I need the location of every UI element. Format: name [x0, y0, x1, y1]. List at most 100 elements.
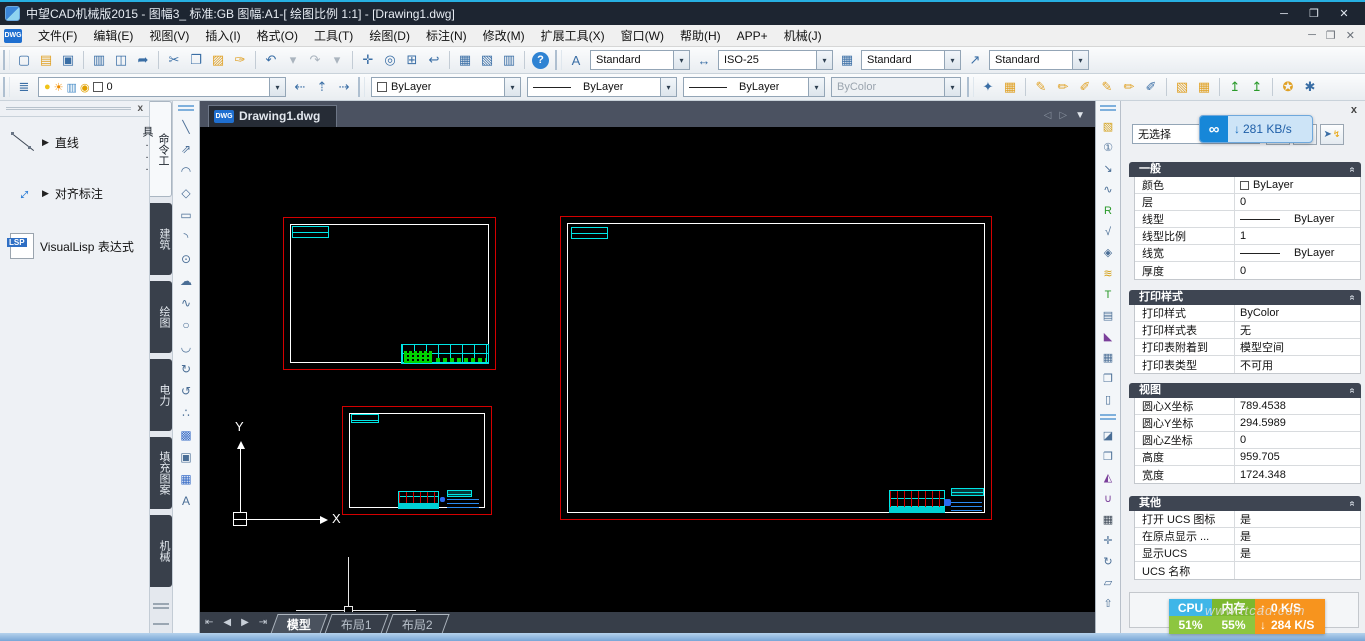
- ellipse-icon[interactable]: ○: [176, 315, 196, 335]
- mdi-minimize-button[interactable]: ─: [1308, 29, 1316, 42]
- mleader-style-combo[interactable]: Standard ▾: [989, 50, 1089, 70]
- tab-model[interactable]: 模型: [271, 614, 328, 634]
- toolbar-grip[interactable]: [967, 77, 974, 97]
- lamp-icon[interactable]: ✪: [1278, 77, 1298, 97]
- offset-icon[interactable]: ∪: [1099, 489, 1118, 508]
- menu-express-tools[interactable]: 扩展工具(X): [533, 25, 613, 46]
- menu-app-plus[interactable]: APP+: [729, 27, 776, 45]
- rotate-icon[interactable]: ↻: [1099, 552, 1118, 571]
- maximize-button[interactable]: ❐: [1301, 5, 1327, 23]
- prop-row-center-y[interactable]: 圆心Y坐标 294.5989: [1135, 415, 1360, 432]
- prop-row-layer[interactable]: 层 0: [1135, 194, 1360, 211]
- copy-icon[interactable]: ❐: [186, 50, 206, 70]
- expand-arrow-icon[interactable]: ▶: [42, 188, 49, 199]
- chevron-down-icon[interactable]: ▾: [504, 78, 520, 96]
- save-icon[interactable]: ▣: [58, 50, 78, 70]
- collapse-chevron-icon[interactable]: «: [1345, 501, 1360, 507]
- prop-row-center-x[interactable]: 圆心X坐标 789.4538: [1135, 398, 1360, 415]
- section-header[interactable]: 其他 «: [1129, 496, 1361, 511]
- roughness-icon[interactable]: √: [1099, 222, 1118, 241]
- menu-dimension[interactable]: 标注(N): [418, 25, 475, 46]
- chevron-down-icon[interactable]: ▾: [1072, 51, 1088, 69]
- revolve-icon[interactable]: ◣: [1099, 327, 1118, 346]
- edit-polyline-icon[interactable]: ✎: [1097, 77, 1117, 97]
- tab-draw[interactable]: 绘图: [150, 281, 172, 353]
- menu-edit[interactable]: 编辑(E): [85, 25, 141, 46]
- chevron-down-icon[interactable]: ▾: [944, 51, 960, 69]
- design-center-icon[interactable]: ▧: [477, 50, 497, 70]
- print-icon[interactable]: ▥: [89, 50, 109, 70]
- menu-insert[interactable]: 插入(I): [197, 25, 248, 46]
- prop-row-ucs-at-origin[interactable]: 在原点显示 ... 是: [1135, 528, 1360, 545]
- prop-row-linetype-scale[interactable]: 线型比例 1: [1135, 228, 1360, 245]
- mtext-icon[interactable]: A: [176, 491, 196, 511]
- tab-layout1[interactable]: 布局1: [325, 614, 389, 634]
- copy-object-icon[interactable]: ❐: [1099, 369, 1118, 388]
- zoom-realtime-icon[interactable]: ◎: [380, 50, 400, 70]
- rectangle-icon[interactable]: ▭: [176, 205, 196, 225]
- mdi-close-button[interactable]: ✕: [1346, 29, 1355, 42]
- settings-wrench-icon[interactable]: ✱: [1300, 77, 1320, 97]
- palette-close-icon[interactable]: x: [137, 103, 149, 114]
- redo-dropdown-icon[interactable]: ▾: [327, 50, 347, 70]
- prop-row-ucs-name[interactable]: UCS 名称: [1135, 562, 1360, 579]
- balloon-icon[interactable]: ①: [1099, 138, 1118, 157]
- layer-states-icon[interactable]: ⇡: [312, 77, 332, 97]
- symbol-mark-icon[interactable]: ▧: [1099, 117, 1118, 136]
- palette-grip[interactable]: [6, 107, 131, 110]
- block-library-icon[interactable]: ▤: [1099, 306, 1118, 325]
- minimize-button[interactable]: ─: [1271, 5, 1297, 23]
- layer-combo[interactable]: ● ☀ ▥ ◉ 0 ▾: [38, 77, 286, 97]
- title-table-icon[interactable]: ▦: [1099, 348, 1118, 367]
- last-tab-icon[interactable]: ⇥: [259, 617, 267, 628]
- text-style-icon[interactable]: A: [566, 50, 586, 70]
- edit-dim-icon[interactable]: ✏: [1053, 77, 1073, 97]
- copy-icon[interactable]: ❐: [1099, 447, 1118, 466]
- mdi-restore-button[interactable]: ❐: [1326, 29, 1336, 42]
- prop-row-linetype[interactable]: 线型 ByLayer: [1135, 211, 1360, 228]
- edit-attribute-icon[interactable]: ✐: [1141, 77, 1161, 97]
- update-block-icon[interactable]: ↥: [1225, 77, 1245, 97]
- tab-hatch-pattern[interactable]: 填充图案: [150, 437, 172, 509]
- expand-arrow-icon[interactable]: ▶: [42, 137, 49, 148]
- doc-tab-scroll-right-icon[interactable]: ▷: [1059, 110, 1067, 121]
- palette-item-visuallisp[interactable]: LSP VisualLisp 表达式: [0, 219, 149, 273]
- lock-icon[interactable]: ◉: [80, 81, 90, 94]
- dim-style-combo[interactable]: ISO-25 ▾: [718, 50, 833, 70]
- make-block-icon[interactable]: ↺: [176, 381, 196, 401]
- toolbar-grip[interactable]: [358, 77, 365, 97]
- leader-icon[interactable]: ↘: [1099, 159, 1118, 178]
- doc-tab-menu-icon[interactable]: ▼: [1075, 110, 1085, 121]
- paste-icon[interactable]: ▨: [208, 50, 228, 70]
- edit-hatch-icon[interactable]: ✐: [1075, 77, 1095, 97]
- menu-mechanical[interactable]: 机械(J): [776, 25, 830, 46]
- mech-options-icon[interactable]: ✦: [978, 77, 998, 97]
- collapse-chevron-icon[interactable]: «: [1345, 295, 1360, 301]
- prop-row-height[interactable]: 高度 959.705: [1135, 449, 1360, 466]
- performance-widget[interactable]: CPU 51% 内存 55% ↑ 0 K/S ↓ 284 K/S: [1169, 599, 1325, 634]
- tab-electric[interactable]: 电力: [150, 359, 172, 431]
- document-tab[interactable]: DWG Drawing1.dwg: [208, 105, 337, 127]
- menu-draw[interactable]: 绘图(D): [361, 25, 418, 46]
- prop-row-width[interactable]: 宽度 1724.348: [1135, 466, 1360, 483]
- zoom-window-icon[interactable]: ⊞: [402, 50, 422, 70]
- toolbar-grip[interactable]: [555, 50, 562, 70]
- mech-edit-list-icon[interactable]: ▦: [1000, 77, 1020, 97]
- drawing-canvas[interactable]: Y X: [200, 127, 1095, 612]
- bulb-icon[interactable]: ●: [44, 81, 51, 93]
- section-view-icon[interactable]: ◈: [1099, 243, 1118, 262]
- layer-previous-icon[interactable]: ⇠: [290, 77, 310, 97]
- mleader-style-icon[interactable]: ↗: [965, 50, 985, 70]
- menu-help[interactable]: 帮助(H): [672, 25, 729, 46]
- region-icon[interactable]: ▣: [176, 447, 196, 467]
- select-objects-button[interactable]: ➤ ↯: [1320, 124, 1344, 145]
- plot-icon[interactable]: ➦: [133, 50, 153, 70]
- circle-icon[interactable]: ⊙: [176, 249, 196, 269]
- toolbar-grip[interactable]: [3, 50, 10, 70]
- layer-match-icon[interactable]: ⇢: [334, 77, 354, 97]
- undo-icon[interactable]: ↶: [261, 50, 281, 70]
- stretch-icon[interactable]: ⇧: [1099, 594, 1118, 613]
- chevron-down-icon[interactable]: ▾: [269, 78, 285, 96]
- match-properties-icon[interactable]: ✑: [230, 50, 250, 70]
- viewport-freeze-icon[interactable]: ▥: [67, 81, 77, 94]
